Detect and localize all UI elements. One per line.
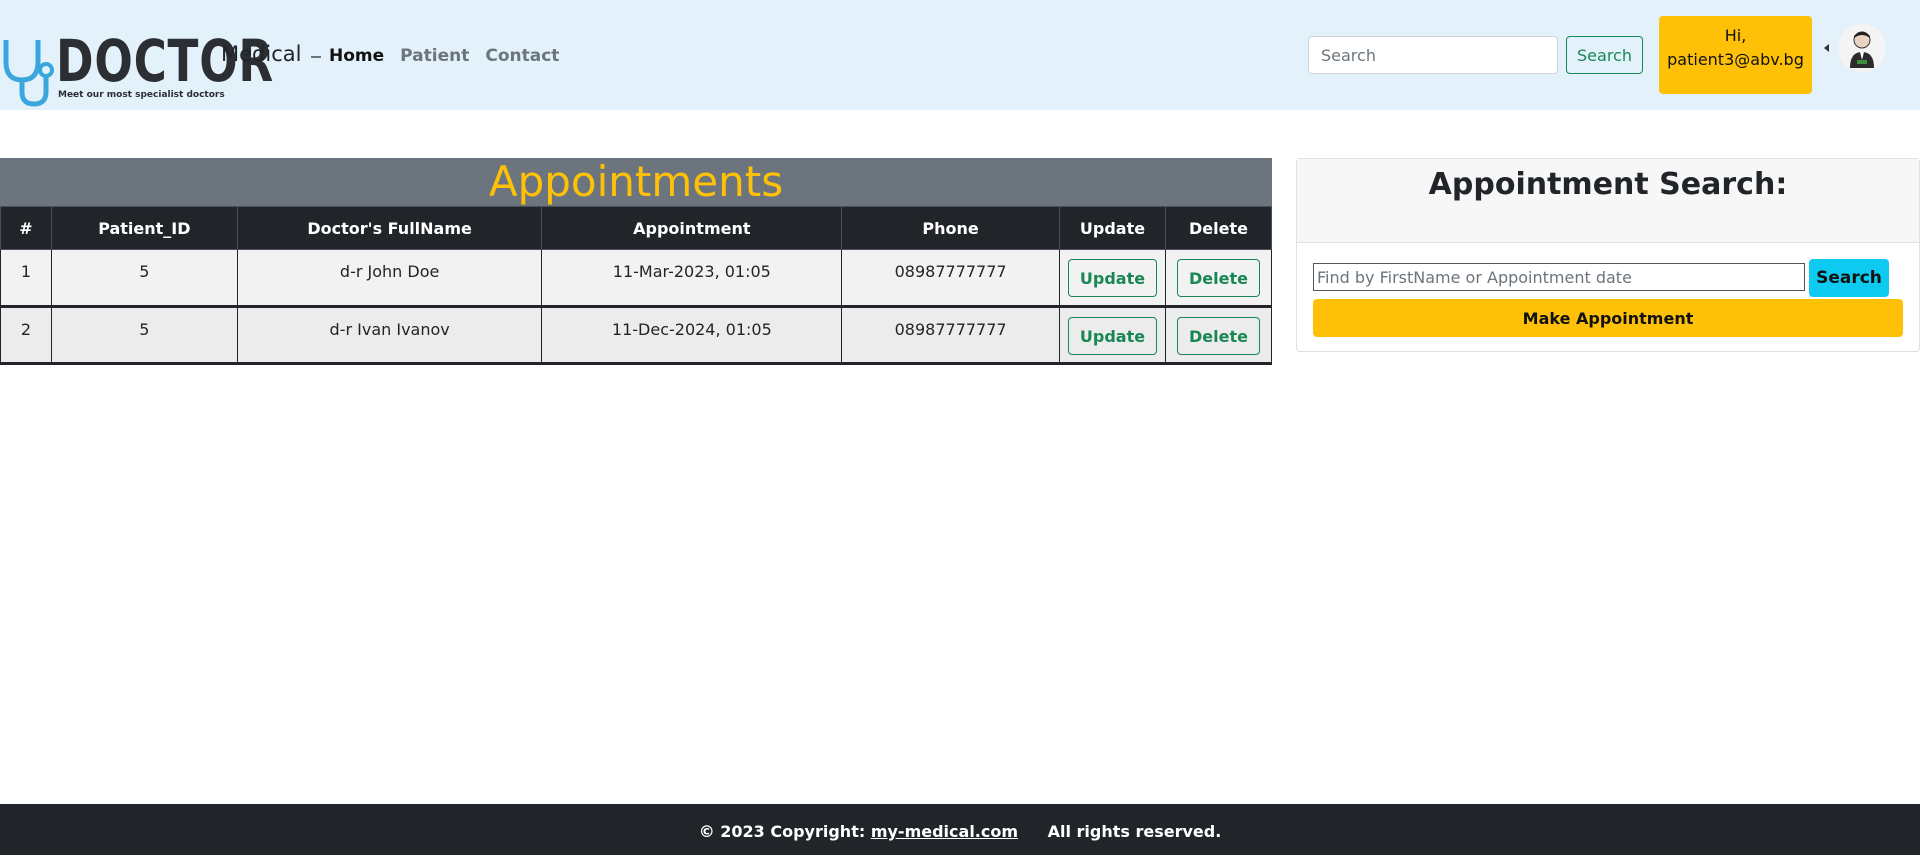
- table-row: 1 5 d-r John Doe 11-Mar-2023, 01:05 0898…: [0, 249, 1272, 308]
- table-header-row: # Patient_ID Doctor's FullName Appointme…: [0, 206, 1272, 250]
- cell-phone: 08987777777: [841, 249, 1061, 308]
- update-button[interactable]: Update: [1067, 317, 1158, 355]
- appointments-title-bar: Appointments: [0, 158, 1272, 206]
- stethoscope-icon: [3, 40, 54, 107]
- nav-link-contact[interactable]: Contact: [485, 46, 559, 66]
- col-header-patient-id: Patient_ID: [50, 206, 238, 250]
- cell-doctor: d-r John Doe: [236, 249, 543, 308]
- greeting-hi: Hi,: [1724, 26, 1747, 45]
- cell-delete: Delete: [1165, 249, 1272, 308]
- main-nav: Home Patient Contact: [311, 46, 575, 66]
- logo-tagline: Meet our most specialist doctors: [58, 90, 225, 100]
- cell-phone: 08987777777: [841, 306, 1061, 365]
- col-header-delete: Delete: [1165, 206, 1272, 250]
- col-header-phone: Phone: [841, 206, 1061, 250]
- nav-link-patient[interactable]: Patient: [400, 46, 469, 66]
- cell-patient-id: 5: [50, 249, 238, 308]
- table-row: 2 5 d-r Ivan Ivanov 11-Dec-2024, 01:05 0…: [0, 306, 1272, 365]
- footer-site-link[interactable]: my-medical.com: [871, 822, 1018, 841]
- panel-header: Appointment Search:: [1297, 159, 1919, 243]
- user-avatar-icon: [1850, 31, 1874, 68]
- panel-title: Appointment Search:: [1428, 167, 1788, 202]
- cell-update: Update: [1059, 249, 1166, 308]
- make-appointment-button[interactable]: Make Appointment: [1313, 299, 1903, 337]
- nav-search-button[interactable]: Search: [1566, 36, 1643, 74]
- navbar: DOCTOR Meet our most specialist doctors …: [0, 0, 1920, 110]
- update-button[interactable]: Update: [1067, 259, 1158, 297]
- nav-marker-icon: [311, 56, 321, 58]
- user-greeting-button[interactable]: Hi, patient3@abv.bg: [1659, 16, 1812, 94]
- appointment-search-panel: Appointment Search: Search Make Appointm…: [1296, 158, 1920, 352]
- delete-button[interactable]: Delete: [1177, 317, 1260, 355]
- avatar[interactable]: [1838, 24, 1886, 72]
- appointments-title: Appointments: [488, 157, 784, 206]
- brand-name[interactable]: Medical: [221, 42, 301, 66]
- footer-rights: All rights reserved.: [1047, 822, 1222, 841]
- caret-left-icon[interactable]: [1824, 44, 1829, 52]
- greeting-email: patient3@abv.bg: [1667, 50, 1804, 69]
- cell-patient-id: 5: [50, 306, 238, 365]
- cell-number: 2: [0, 306, 52, 365]
- doctor-logo[interactable]: DOCTOR Meet our most specialist doctors: [0, 30, 273, 107]
- cell-number: 1: [0, 249, 52, 308]
- appointment-search-button[interactable]: Search: [1809, 259, 1889, 297]
- nav-search-input[interactable]: [1308, 36, 1558, 74]
- cell-doctor: d-r Ivan Ivanov: [236, 306, 543, 365]
- appointment-search-input[interactable]: [1313, 263, 1805, 291]
- cell-appointment: 11-Mar-2023, 01:05: [541, 249, 843, 308]
- delete-button[interactable]: Delete: [1177, 259, 1260, 297]
- appointments-table: # Patient_ID Doctor's FullName Appointme…: [0, 206, 1272, 365]
- cell-update: Update: [1059, 306, 1166, 365]
- cell-appointment: 11-Dec-2024, 01:05: [541, 306, 843, 365]
- col-header-update: Update: [1059, 206, 1166, 250]
- cell-delete: Delete: [1165, 306, 1272, 365]
- footer-copyright: © 2023 Copyright:: [698, 822, 866, 841]
- col-header-doctor: Doctor's FullName: [236, 206, 543, 250]
- col-header-appointment: Appointment: [541, 206, 843, 250]
- footer: © 2023 Copyright: my-medical.com All rig…: [0, 804, 1920, 855]
- nav-link-home[interactable]: Home: [329, 46, 384, 66]
- col-header-number: #: [0, 206, 52, 250]
